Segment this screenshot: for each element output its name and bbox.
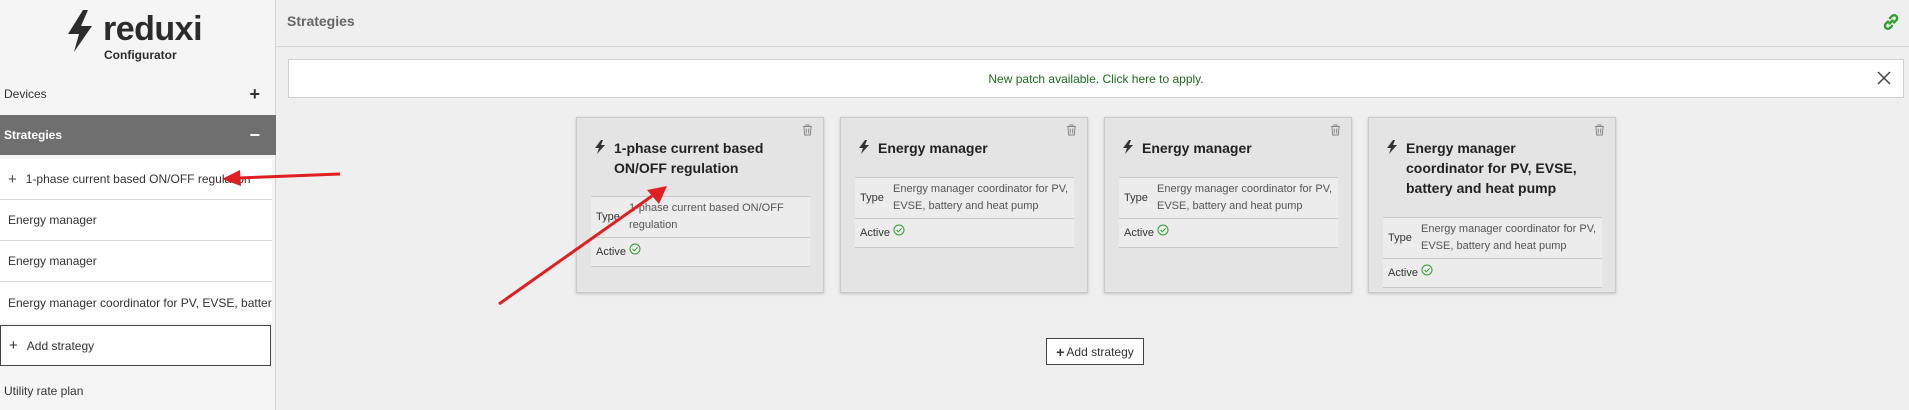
add-strategy-label: Add strategy: [1066, 344, 1134, 359]
logo: reduxi Configurator: [64, 8, 214, 64]
card-title: 1-phase current based ON/OFF regulation: [614, 140, 764, 176]
card-type-row: Type Energy manager coordinator for PV, …: [855, 177, 1074, 218]
card-title: Energy manager coordinator for PV, EVSE,…: [1406, 140, 1577, 196]
sidebar-add-strategy-button[interactable]: + Add strategy: [0, 325, 271, 366]
card-properties: Type Energy manager coordinator for PV, …: [1119, 177, 1338, 248]
brand-name: reduxi: [103, 10, 203, 48]
strategy-card[interactable]: 1-phase current based ON/OFF regulation …: [576, 117, 824, 293]
card-active-row: Active: [1119, 218, 1338, 248]
type-value: Energy manager coordinator for PV, EVSE,…: [1421, 223, 1597, 252]
card-type-row: Type Energy manager coordinator for PV, …: [1383, 217, 1602, 258]
active-value: [625, 238, 645, 266]
close-icon[interactable]: [1875, 69, 1893, 87]
active-value: [1417, 259, 1437, 287]
page-header: Strategies: [276, 0, 1909, 47]
add-strategy-label: Add strategy: [26, 338, 95, 353]
trash-icon[interactable]: [1066, 124, 1077, 136]
bolt-icon: [595, 140, 605, 154]
sidebar-section-utility-rate-plan[interactable]: Utility rate plan: [4, 384, 83, 398]
sidebar-item-label: Energy manager coordinator for PV, EVSE,…: [8, 295, 272, 310]
card-title: Energy manager: [1142, 140, 1252, 156]
card-title: Energy manager: [878, 140, 988, 156]
check-circle-icon: [893, 224, 905, 236]
sidebar-section-label: Strategies: [4, 128, 63, 142]
collapse-icon[interactable]: −: [249, 126, 260, 144]
card-header: Energy manager: [1123, 138, 1331, 158]
page-title: Strategies: [287, 13, 355, 29]
bolt-logo-icon: [68, 10, 92, 52]
active-label: Active: [1124, 227, 1154, 239]
brand-subtitle: Configurator: [104, 48, 177, 62]
type-label: Type: [596, 211, 620, 223]
active-label: Active: [860, 227, 890, 239]
sidebar-item-strategy-1[interactable]: + 1-phase current based ON/OFF regulatio…: [0, 159, 272, 200]
type-label: Type: [1388, 232, 1412, 244]
sidebar-item-strategy-2[interactable]: Energy manager: [0, 200, 272, 241]
card-active-row: Active: [1383, 258, 1602, 288]
add-strategy-button[interactable]: + Add strategy: [1046, 338, 1144, 365]
card-type-row: Type Energy manager coordinator for PV, …: [1119, 177, 1338, 218]
sidebar-item-label: 1-phase current based ON/OFF regulation: [25, 172, 251, 186]
card-properties: Type Energy manager coordinator for PV, …: [1383, 217, 1602, 288]
type-value: 1-phase current based ON/OFF regulation: [629, 202, 784, 231]
expand-icon[interactable]: +: [249, 85, 260, 103]
card-header: Energy manager: [859, 138, 1067, 158]
type-label: Type: [1124, 192, 1148, 204]
patch-notice[interactable]: New patch available. Click here to apply…: [288, 59, 1904, 98]
bolt-icon: [859, 140, 869, 154]
strategy-card[interactable]: Energy manager Type Energy manager coord…: [840, 117, 1088, 293]
link-icon[interactable]: [1881, 12, 1901, 32]
sidebar-item-strategy-4[interactable]: Energy manager coordinator for PV, EVSE,…: [0, 282, 272, 323]
trash-icon[interactable]: [802, 124, 813, 136]
card-active-row: Active: [855, 218, 1074, 248]
active-value: [1153, 219, 1173, 247]
sidebar-item-strategy-3[interactable]: Energy manager: [0, 241, 272, 282]
strategy-card[interactable]: Energy manager Type Energy manager coord…: [1104, 117, 1352, 293]
plus-icon: +: [1056, 343, 1065, 360]
active-value: [889, 219, 909, 247]
card-header: 1-phase current based ON/OFF regulation: [595, 138, 803, 178]
type-value: Energy manager coordinator for PV, EVSE,…: [1157, 183, 1333, 212]
sidebar-section-devices[interactable]: Devices +: [0, 74, 276, 114]
type-value: Energy manager coordinator for PV, EVSE,…: [893, 183, 1069, 212]
plus-icon: +: [9, 337, 18, 354]
trash-icon[interactable]: [1330, 124, 1341, 136]
sidebar: reduxi Configurator Devices + Strategies…: [0, 0, 276, 410]
active-label: Active: [1388, 267, 1418, 279]
sidebar-section-strategies[interactable]: Strategies −: [0, 115, 276, 155]
strategy-card[interactable]: Energy manager coordinator for PV, EVSE,…: [1368, 117, 1616, 293]
type-label: Type: [860, 192, 884, 204]
card-properties: Type 1-phase current based ON/OFF regula…: [591, 196, 810, 267]
sidebar-section-label: Devices: [4, 87, 47, 101]
sidebar-item-label: Energy manager: [8, 254, 97, 268]
bolt-icon: [1387, 140, 1397, 154]
check-circle-icon: [1157, 224, 1169, 236]
card-header: Energy manager coordinator for PV, EVSE,…: [1387, 138, 1595, 198]
plus-icon[interactable]: +: [8, 171, 17, 188]
check-circle-icon: [629, 243, 641, 255]
card-active-row: Active: [591, 237, 810, 267]
check-circle-icon: [1421, 264, 1433, 276]
card-type-row: Type 1-phase current based ON/OFF regula…: [591, 196, 810, 237]
sidebar-item-label: Energy manager: [8, 213, 97, 227]
patch-notice-message[interactable]: New patch available. Click here to apply…: [289, 72, 1903, 86]
bolt-icon: [1123, 140, 1133, 154]
card-properties: Type Energy manager coordinator for PV, …: [855, 177, 1074, 248]
trash-icon[interactable]: [1594, 124, 1605, 136]
active-label: Active: [596, 246, 626, 258]
